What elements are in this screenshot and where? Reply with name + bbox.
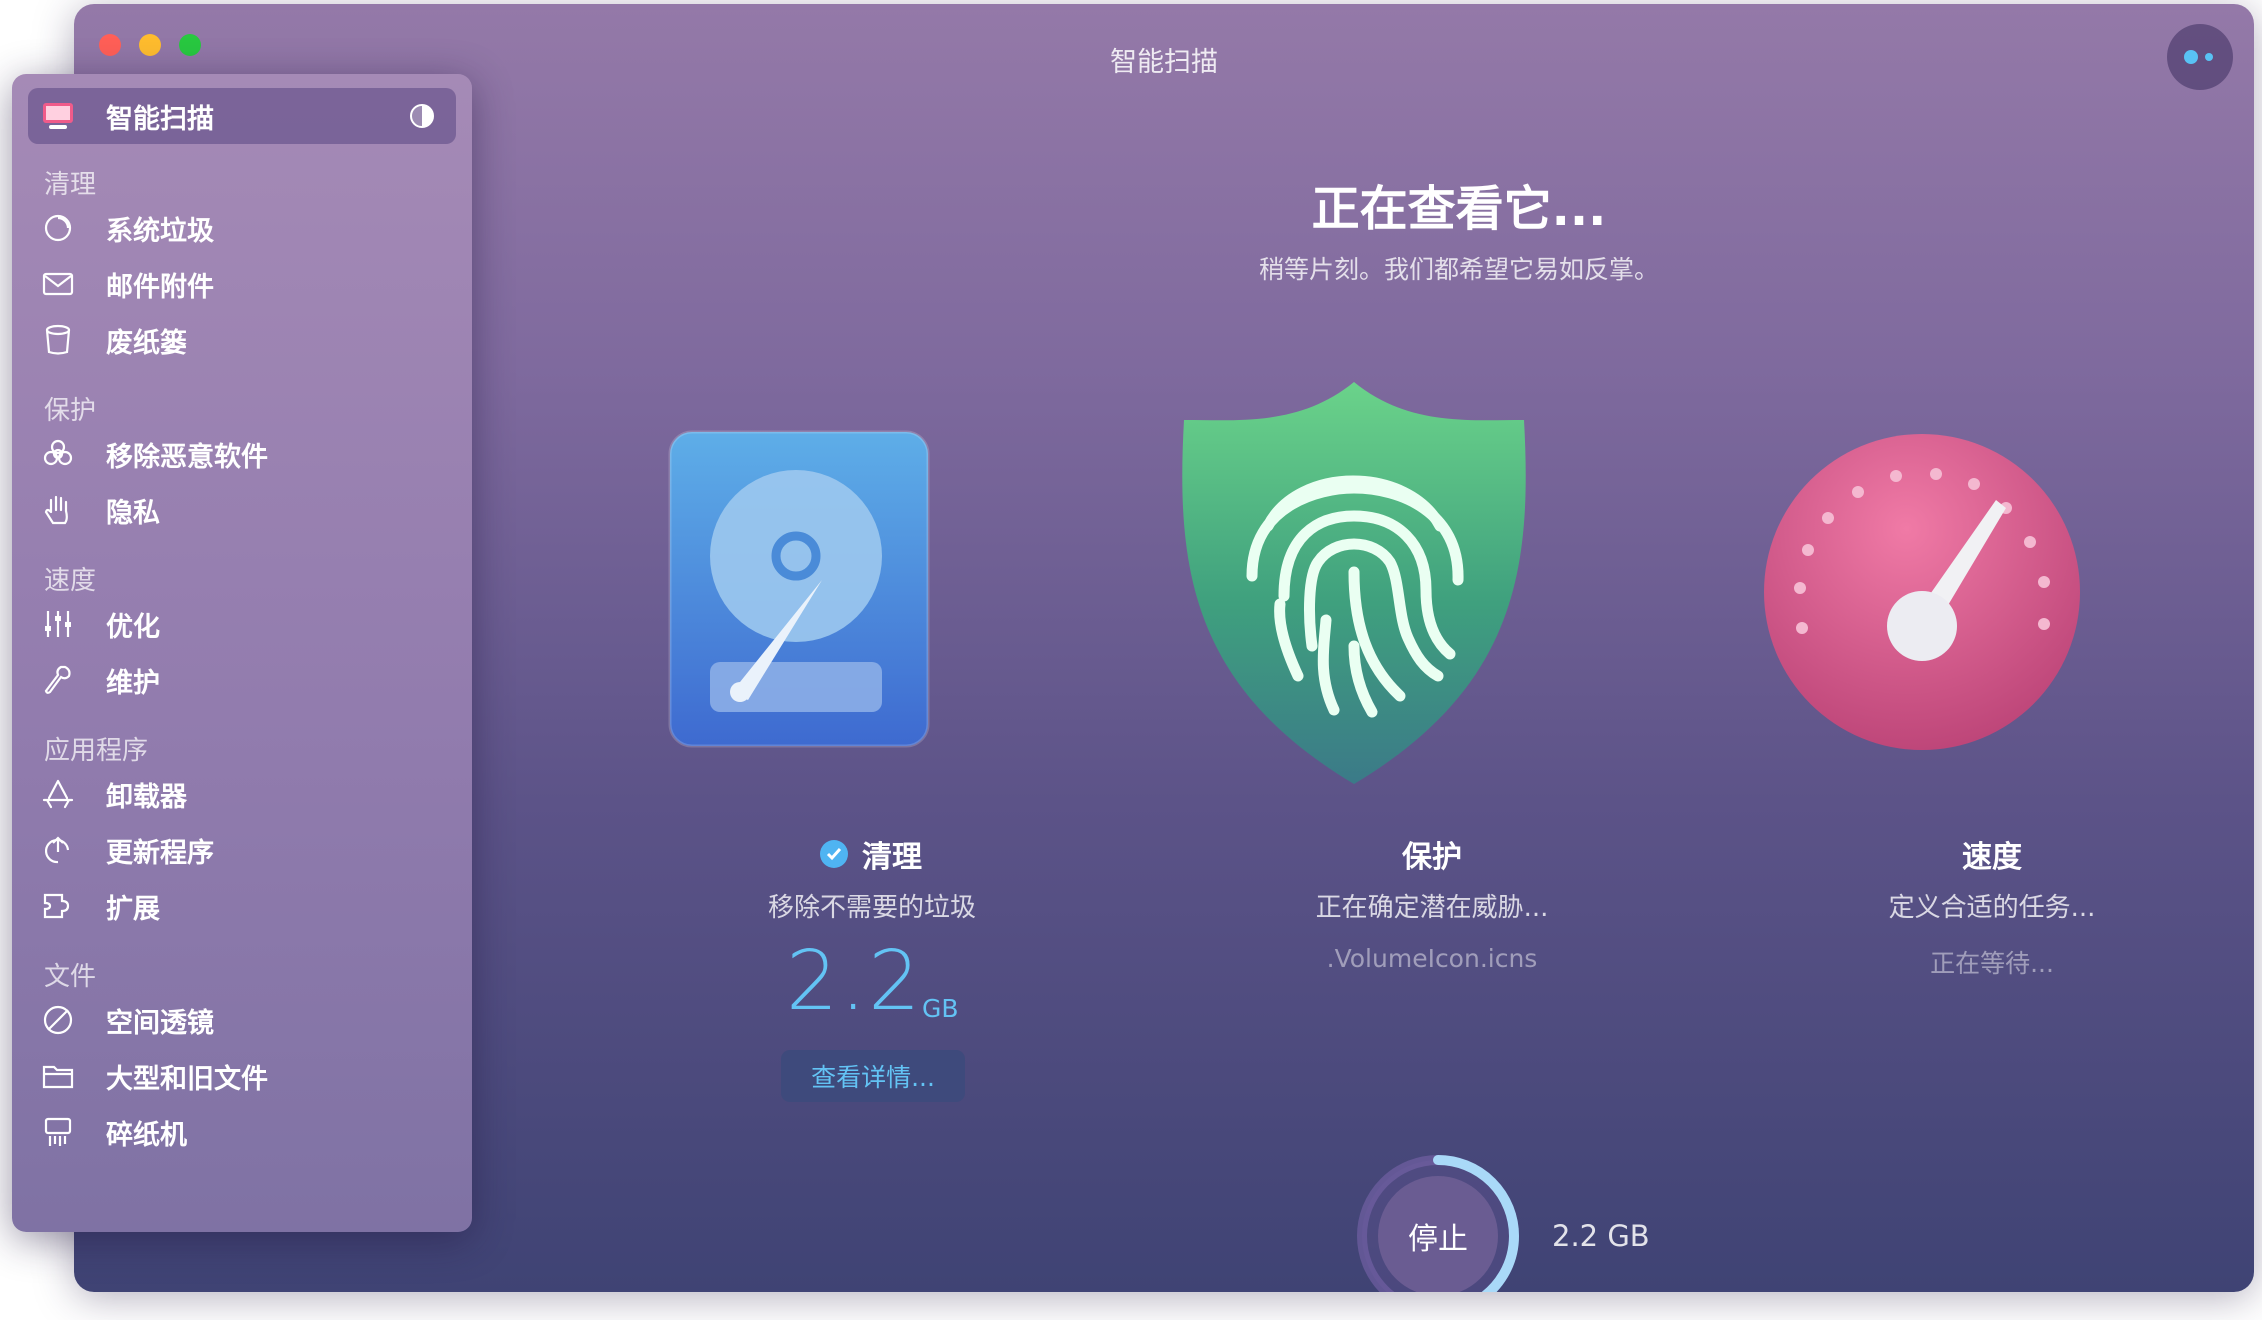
speedometer-icon (1764, 434, 2080, 750)
system-junk-icon (40, 210, 76, 246)
sidebar-item-mail-attachments[interactable]: 邮件附件 (40, 260, 214, 308)
cleanup-size-unit: GB (922, 994, 959, 1023)
checkmark-icon (820, 840, 848, 868)
speed-description: 定义合适的任务... (1888, 893, 2096, 923)
sidebar-item-label: 扩展 (106, 893, 160, 925)
speed-title: 速度 (1962, 840, 2022, 875)
sidebar-item-updater[interactable]: 更新程序 (40, 826, 214, 874)
smart-scan-icon (40, 98, 76, 134)
biohazard-icon (40, 436, 76, 472)
shredder-icon (40, 1114, 76, 1150)
protection-status: .VolumeIcon.icns (1326, 944, 1538, 973)
sidebar-item-large-old-files[interactable]: 大型和旧文件 (40, 1052, 268, 1100)
section-label-cleanup: 清理 (44, 170, 97, 200)
sidebar-item-label: 智能扫描 (106, 103, 214, 135)
sidebar-item-uninstaller[interactable]: 卸载器 (40, 770, 187, 818)
sidebar-item-label: 维护 (106, 667, 160, 699)
cleanup-size-value: 2.2 (786, 934, 923, 1029)
cleanup-title-label: 清理 (862, 840, 922, 875)
sidebar-item-remove-malware[interactable]: 移除恶意软件 (40, 430, 268, 478)
space-lens-icon (40, 1002, 76, 1038)
sidebar-item-label: 隐私 (106, 497, 160, 529)
view-details-button[interactable]: 查看详情... (781, 1050, 965, 1102)
stop-scan-button[interactable]: 停止 (1354, 1152, 1522, 1292)
sidebar-item-label: 邮件附件 (106, 271, 214, 303)
protection-title: 保护 (1402, 840, 1462, 875)
section-label-protection: 保护 (44, 396, 97, 426)
mail-icon (40, 266, 76, 302)
fingerprint-shield-icon (1182, 382, 1526, 784)
extensions-icon (40, 888, 76, 924)
wrench-icon (40, 662, 76, 698)
sidebar-item-label: 碎纸机 (106, 1119, 187, 1151)
sidebar-item-shredder[interactable]: 碎纸机 (40, 1108, 187, 1156)
total-size: 2.2 GB (1552, 1219, 1650, 1253)
trash-icon (40, 322, 76, 358)
cleanup-title: 清理 (671, 832, 1071, 876)
sidebar-item-label: 大型和旧文件 (106, 1063, 268, 1095)
scan-status-icon (410, 104, 434, 128)
hard-drive-icon (668, 430, 930, 748)
sidebar: 智能扫描 清理 系统垃圾 邮件附件 废纸篓 保护 移除恶意软件 隐私 速度 优化… (12, 74, 472, 1232)
speed-status: 正在等待... (1930, 949, 2054, 978)
section-label-speed: 速度 (44, 566, 97, 596)
sidebar-item-label: 更新程序 (106, 837, 214, 869)
sidebar-item-label: 废纸篓 (106, 327, 187, 359)
sidebar-item-trash[interactable]: 废纸篓 (40, 316, 187, 364)
sliders-icon (40, 606, 76, 642)
section-label-applications: 应用程序 (44, 736, 149, 766)
sidebar-item-system-junk[interactable]: 系统垃圾 (40, 204, 214, 252)
sidebar-item-label: 移除恶意软件 (106, 441, 268, 473)
sidebar-item-extensions[interactable]: 扩展 (40, 882, 160, 930)
scan-subtitle: 稍等片刻。我们都希望它易如反掌。 (1258, 255, 1659, 284)
assistant-button[interactable] (2167, 24, 2233, 90)
folder-icon (40, 1058, 76, 1094)
protection-description: 正在确定潜在威胁... (1315, 893, 1549, 923)
sidebar-item-label: 空间透镜 (106, 1007, 214, 1039)
sidebar-item-label: 卸载器 (106, 781, 187, 813)
sidebar-item-privacy[interactable]: 隐私 (40, 486, 160, 534)
sidebar-item-label: 系统垃圾 (106, 215, 214, 247)
scan-title: 正在查看它... (1311, 181, 1607, 237)
section-label-files: 文件 (44, 962, 97, 992)
uninstaller-icon (40, 776, 76, 812)
cleanup-description: 移除不需要的垃圾 (767, 893, 976, 923)
updater-icon (40, 832, 76, 868)
sidebar-item-space-lens[interactable]: 空间透镜 (40, 996, 214, 1044)
sidebar-item-label: 优化 (106, 611, 160, 643)
hand-icon (40, 492, 76, 528)
sidebar-item-maintenance[interactable]: 维护 (40, 656, 160, 704)
sidebar-item-optimization[interactable]: 优化 (40, 600, 160, 648)
assistant-dot-small-icon (2205, 53, 2213, 61)
sidebar-item-smart-scan-content[interactable]: 智能扫描 (40, 92, 214, 140)
assistant-dot-icon (2184, 50, 2198, 64)
stop-label: 停止 (1408, 1222, 1468, 1257)
